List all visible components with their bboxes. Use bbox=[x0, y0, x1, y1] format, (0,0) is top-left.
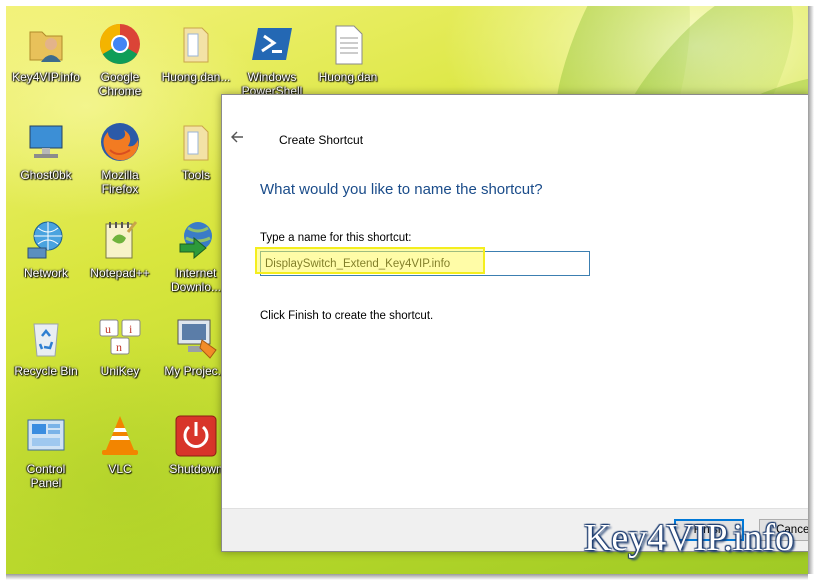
frame-shadow bbox=[808, 6, 814, 574]
vlc-icon bbox=[98, 414, 142, 458]
network-icon bbox=[24, 218, 68, 262]
internet-download-manager-icon bbox=[174, 218, 218, 262]
frame-shadow bbox=[6, 574, 808, 580]
desktop-icon-huongdan-folder[interactable]: Huong.dan... bbox=[156, 22, 236, 84]
desktop-icon-label: Google Chrome bbox=[98, 70, 142, 98]
desktop-icon-label: Ghost0bk bbox=[20, 168, 72, 182]
desktop-icon-unikey[interactable]: u i n UniKey bbox=[80, 316, 160, 378]
notepad-plus-plus-icon bbox=[98, 218, 142, 262]
computer-icon bbox=[24, 120, 68, 164]
powershell-icon bbox=[250, 22, 294, 66]
unikey-icon: u i n bbox=[98, 316, 142, 360]
svg-text:u: u bbox=[105, 322, 111, 336]
desktop-icon-label: Key4VIP.info bbox=[12, 70, 80, 84]
desktop-icon-network[interactable]: Network bbox=[6, 218, 86, 280]
folder-icon bbox=[174, 22, 218, 66]
desktop-icon-label: Huong.dan bbox=[318, 70, 378, 84]
desktop-icon-label: VLC bbox=[108, 462, 132, 476]
shortcut-name-input[interactable] bbox=[260, 251, 590, 276]
desktop-icon-key4vip[interactable]: Key4VIP.info bbox=[6, 22, 86, 84]
watermark-logo: Key4VIP.info bbox=[583, 517, 794, 559]
desktop-icon-label: Network bbox=[23, 266, 68, 280]
desktop-icon-label: Recycle Bin bbox=[14, 364, 78, 378]
desktop-icon-control-panel[interactable]: Control Panel bbox=[6, 414, 86, 490]
folder-icon bbox=[174, 120, 218, 164]
dialog-title: Create Shortcut bbox=[279, 133, 364, 147]
desktop-icon-vlc[interactable]: VLC bbox=[80, 414, 160, 476]
user-folder-icon bbox=[24, 22, 68, 66]
text-document-icon bbox=[326, 22, 370, 66]
desktop-icon-label: Mozilla Firefox bbox=[101, 168, 139, 196]
desktop-icon-label: UniKey bbox=[100, 364, 140, 378]
recycle-bin-icon bbox=[24, 316, 68, 360]
desktop-icon-notepadpp[interactable]: Notepad++ bbox=[80, 218, 160, 280]
desktop-icon-label: Notepad++ bbox=[90, 266, 150, 280]
firefox-icon bbox=[98, 120, 142, 164]
desktop-icon-firefox[interactable]: Mozilla Firefox bbox=[80, 120, 160, 196]
chrome-icon bbox=[98, 22, 142, 66]
svg-text:n: n bbox=[116, 340, 122, 354]
back-arrow-icon[interactable] bbox=[230, 129, 248, 147]
power-icon bbox=[174, 414, 218, 458]
create-shortcut-dialog: Create Shortcut What would you like to n… bbox=[221, 94, 808, 552]
desktop-icon-chrome[interactable]: Google Chrome bbox=[80, 22, 160, 98]
desktop: Key4VIP.info Google Chrome Huong.dan... bbox=[6, 6, 808, 574]
shortcut-name-label: Type a name for this shortcut: bbox=[260, 232, 412, 244]
dialog-heading: What would you like to name the shortcut… bbox=[260, 181, 543, 198]
projector-icon bbox=[174, 316, 218, 360]
desktop-icon-powershell[interactable]: Windows PowerShell bbox=[232, 22, 312, 98]
desktop-icon-label: Control Panel bbox=[26, 462, 66, 490]
desktop-icon-ghost0bk[interactable]: Ghost0bk bbox=[6, 120, 86, 182]
desktop-icon-huongdan-text[interactable]: Huong.dan bbox=[308, 22, 388, 84]
desktop-icon-recycle-bin[interactable]: Recycle Bin bbox=[6, 316, 86, 378]
control-panel-icon bbox=[24, 414, 68, 458]
finish-hint-text: Click Finish to create the shortcut. bbox=[260, 310, 434, 322]
desktop-icon-label: Huong.dan... bbox=[161, 70, 231, 84]
